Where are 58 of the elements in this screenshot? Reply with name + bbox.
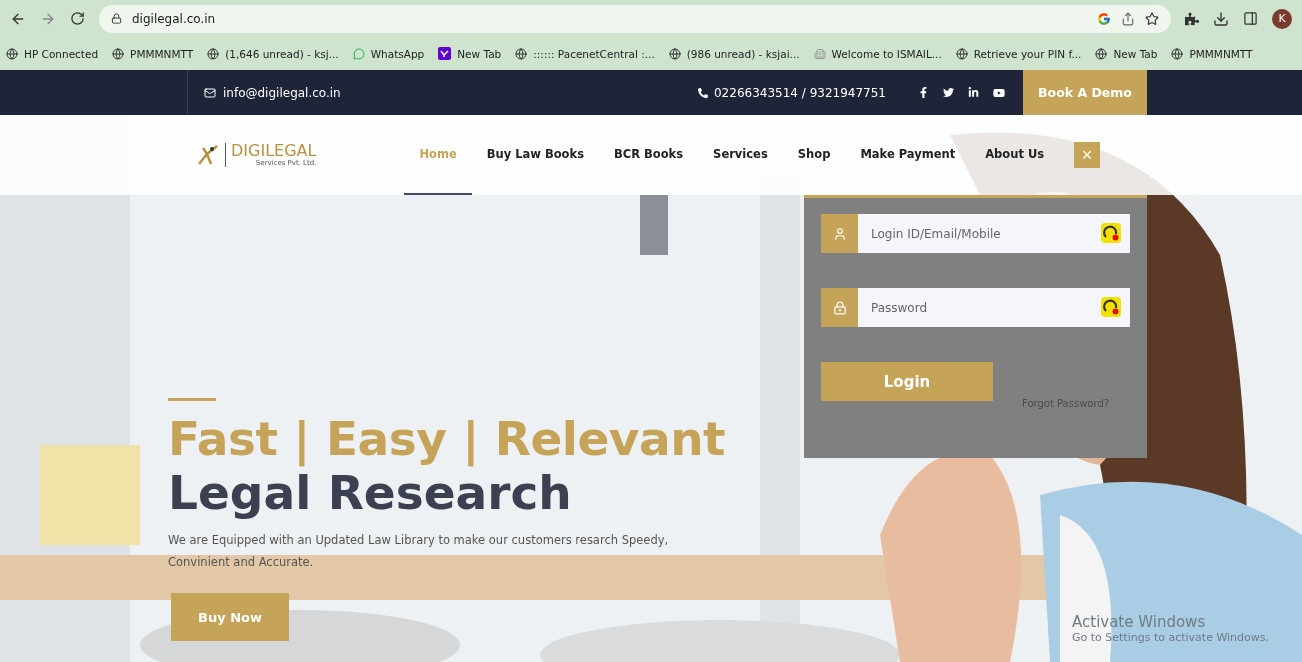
hero-subheadline: Legal Research	[168, 467, 573, 519]
download-icon[interactable]	[1213, 10, 1229, 27]
linkedin-icon[interactable]	[968, 87, 979, 98]
star-icon[interactable]	[1145, 11, 1159, 26]
address-bar[interactable]: digilegal.co.in	[99, 4, 1171, 33]
user-icon	[832, 226, 847, 241]
sidebar-icon[interactable]	[1243, 11, 1258, 26]
reload-icon[interactable]	[70, 11, 85, 26]
lock-icon	[111, 13, 122, 24]
globe-icon	[515, 47, 528, 60]
bookmark[interactable]: (986 unread) - ksjai...	[668, 47, 800, 60]
globe-icon	[207, 47, 220, 60]
bookmark[interactable]: Retrieve your PIN f...	[955, 47, 1082, 60]
bookmark[interactable]: WhatsApp	[352, 47, 425, 60]
url-text: digilegal.co.in	[132, 11, 216, 26]
globe-icon	[668, 47, 681, 60]
chat-icon	[352, 47, 365, 60]
building-icon	[813, 47, 826, 60]
globe-icon	[955, 47, 968, 60]
email-text: info@digilegal.co.in	[223, 85, 341, 100]
profile-avatar[interactable]: K	[1272, 8, 1292, 29]
hero-description: We are Equipped with an Updated Law Library to make our customers resarch Speedy, Convinient and Accurate.	[168, 532, 670, 571]
bookmark[interactable]: HP Connected	[6, 47, 99, 60]
facebook-icon[interactable]	[918, 87, 929, 98]
extension-icon[interactable]	[1101, 297, 1121, 317]
lock-icon	[832, 300, 847, 315]
extension-icon[interactable]	[1101, 223, 1121, 243]
nav-link[interactable]: About Us	[970, 115, 1060, 195]
mail-icon	[204, 86, 216, 99]
bookmark[interactable]: PMMMNMTT	[112, 47, 194, 60]
login-field[interactable]: Login ID/Email/Mobile	[858, 214, 1130, 253]
globe-icon	[112, 47, 125, 60]
youtube-icon[interactable]	[993, 86, 1005, 99]
bookmark[interactable]: :::::: PacenetCentral :...	[515, 47, 655, 60]
nav-link[interactable]: Shop	[782, 115, 846, 195]
phone-text: 02266343514 / 9321947751	[714, 85, 886, 100]
bookmark[interactable]: New Tab	[1095, 47, 1158, 60]
nav-link[interactable]: Make Payment	[845, 115, 971, 195]
bookmark[interactable]: (1,646 unread) - ksj...	[207, 47, 339, 60]
google-icon[interactable]	[1097, 11, 1111, 26]
phone-icon	[698, 87, 708, 98]
login-field[interactable]: Password	[858, 288, 1130, 327]
globe-icon	[6, 47, 18, 60]
share-icon[interactable]	[1121, 11, 1135, 26]
twitter-icon[interactable]	[943, 87, 954, 98]
square-icon	[438, 47, 452, 60]
logo-name: DIGILEGAL	[231, 143, 317, 159]
hero-headline: Fast | Easy | Relevant	[168, 411, 727, 467]
globe-icon	[1095, 47, 1108, 60]
nav-link[interactable]: Buy Law Books	[471, 115, 599, 195]
bookmark[interactable]: Welcome to ISMAIL...	[813, 47, 942, 60]
extensions-icon[interactable]	[1185, 11, 1199, 26]
nav-link[interactable]: Services	[698, 115, 783, 195]
bookmark[interactable]: PMMMNMTT	[1171, 47, 1253, 60]
globe-icon	[1171, 47, 1184, 60]
bookmark[interactable]: New Tab	[438, 47, 502, 60]
nav-link[interactable]: BCR Books	[599, 115, 699, 195]
logo-icon	[197, 144, 219, 166]
